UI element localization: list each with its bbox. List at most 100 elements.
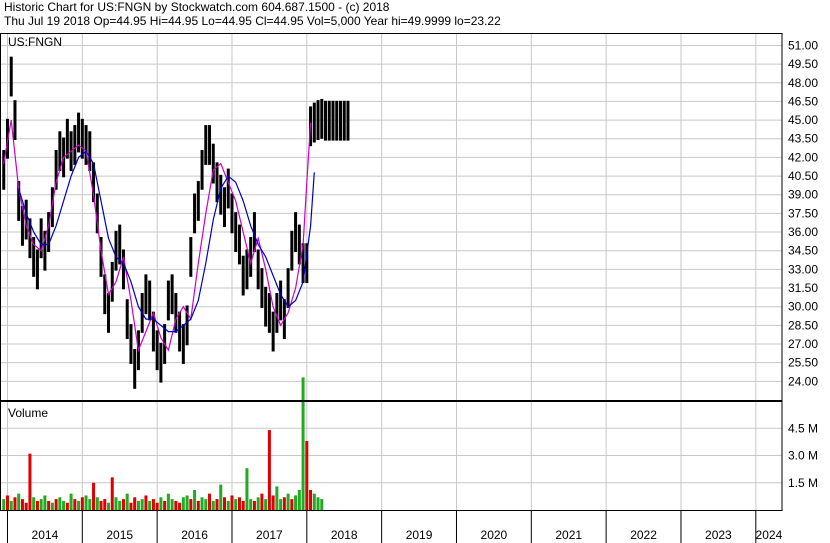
volume-tick-label: 1.5 M bbox=[788, 476, 818, 490]
year-label: 2023 bbox=[705, 528, 732, 542]
price-tick-label: 40.50 bbox=[788, 169, 818, 183]
volume-bar bbox=[110, 477, 114, 510]
volume-bar bbox=[320, 499, 324, 510]
year-label: 2022 bbox=[630, 528, 657, 542]
volume-bar bbox=[170, 499, 174, 510]
volume-bar bbox=[13, 497, 17, 510]
chart-canvas: 51.00 49.50 48.00 46.50 45.00 43.50 42.00 40.50… bbox=[0, 33, 818, 543]
volume-bar bbox=[88, 499, 92, 510]
year-label: 2020 bbox=[481, 528, 508, 542]
volume-bar bbox=[9, 500, 13, 510]
volume-bar bbox=[301, 377, 305, 510]
volume-bar bbox=[95, 497, 99, 510]
volume-bar bbox=[290, 499, 294, 510]
volume-bar bbox=[151, 499, 155, 510]
volume-bar bbox=[312, 493, 316, 510]
volume-bar bbox=[256, 497, 260, 510]
volume-bar bbox=[118, 500, 122, 510]
price-tick-label: 49.50 bbox=[788, 57, 818, 71]
year-label: 2015 bbox=[106, 528, 133, 542]
volume-bar bbox=[189, 499, 193, 510]
price-tick-label: 43.50 bbox=[788, 132, 818, 146]
volume-bar bbox=[234, 499, 238, 510]
volume-bar bbox=[211, 500, 215, 510]
volume-bar bbox=[58, 497, 62, 510]
volume-bar bbox=[2, 499, 6, 510]
volume-bar bbox=[237, 497, 241, 510]
volume-bar bbox=[148, 500, 152, 510]
volume-bar bbox=[28, 453, 32, 510]
volume-bar bbox=[252, 500, 256, 510]
volume-bar bbox=[294, 495, 298, 510]
price-tick-label: 25.50 bbox=[788, 356, 818, 370]
volume-bar bbox=[219, 484, 223, 510]
volume-bar bbox=[32, 497, 36, 510]
volume-bar bbox=[208, 493, 212, 510]
volume-bar bbox=[159, 497, 163, 510]
volume-tick-label: 4.5 M bbox=[788, 421, 818, 435]
price-tick-label: 24.00 bbox=[788, 374, 818, 388]
volume-bar bbox=[226, 500, 230, 510]
volume-tick-label: 3.0 M bbox=[788, 449, 818, 463]
volume-bar bbox=[260, 493, 264, 510]
volume-bar bbox=[20, 499, 24, 510]
price-tick-label: 42.00 bbox=[788, 150, 818, 164]
volume-panel-label: Volume bbox=[8, 406, 49, 420]
year-label: 2017 bbox=[256, 528, 283, 542]
volume-bar bbox=[136, 500, 140, 510]
volume-bar bbox=[80, 497, 84, 510]
volume-bar bbox=[39, 499, 43, 510]
volume-bar bbox=[84, 495, 88, 510]
volume-bar bbox=[133, 497, 137, 510]
price-tick-label: 45.00 bbox=[788, 113, 818, 127]
volume-bar bbox=[77, 500, 81, 510]
volume-bar bbox=[309, 490, 313, 510]
volume-bar bbox=[279, 499, 283, 510]
volume-bar bbox=[305, 440, 309, 510]
chart-header-title: Historic Chart for US:FNGN by Stockwatch… bbox=[4, 0, 390, 14]
volume-bar bbox=[54, 499, 58, 510]
price-tick-label: 33.00 bbox=[788, 262, 818, 276]
chart-header-quote: Thu Jul 19 2018 Op=44.95 Hi=44.95 Lo=44.… bbox=[4, 14, 501, 28]
price-tick-label: 48.00 bbox=[788, 76, 818, 90]
volume-bar bbox=[99, 500, 103, 510]
volume-bar bbox=[43, 495, 47, 510]
volume-bar bbox=[316, 497, 320, 510]
volume-bar bbox=[267, 430, 271, 510]
volume-bar bbox=[140, 499, 144, 510]
volume-bar bbox=[5, 495, 9, 510]
volume-bar bbox=[69, 493, 73, 510]
price-tick-label: 28.50 bbox=[788, 318, 818, 332]
x-axis-labels: 2014 2015 2016 2017 2018 2019 2020 2021 2022 2023… bbox=[32, 528, 783, 542]
volume-bar bbox=[17, 493, 21, 510]
price-tick-label: 39.00 bbox=[788, 188, 818, 202]
price-tick-label: 27.00 bbox=[788, 337, 818, 351]
grid-lines bbox=[0, 33, 782, 543]
year-label: 2024 bbox=[756, 528, 783, 542]
year-label: 2019 bbox=[406, 528, 433, 542]
volume-bar bbox=[166, 493, 170, 510]
volume-bar bbox=[275, 486, 279, 510]
volume-bar bbox=[297, 490, 301, 510]
volume-bar bbox=[286, 493, 290, 510]
volume-bar bbox=[129, 502, 133, 510]
price-tick-label: 30.00 bbox=[788, 300, 818, 314]
price-tick-label: 46.50 bbox=[788, 94, 818, 108]
volume-bar bbox=[103, 499, 107, 510]
volume-bar bbox=[121, 499, 125, 510]
volume-bar bbox=[193, 490, 197, 510]
year-label: 2018 bbox=[331, 528, 358, 542]
volume-bar bbox=[24, 502, 28, 510]
volume-bar bbox=[230, 495, 234, 510]
price-panel-frame bbox=[0, 33, 783, 401]
volume-bar bbox=[241, 500, 245, 510]
volume-bar bbox=[125, 493, 129, 510]
y-axis-labels: 51.00 49.50 48.00 46.50 45.00 43.50 42.00 40.50… bbox=[788, 38, 818, 489]
volume-bar bbox=[174, 500, 178, 510]
volume-bar bbox=[163, 500, 167, 510]
volume-bar bbox=[215, 499, 219, 510]
price-tick-label: 31.50 bbox=[788, 281, 818, 295]
volume-bar bbox=[271, 495, 275, 510]
volume-bar bbox=[92, 482, 96, 510]
volume-bar bbox=[65, 502, 69, 510]
